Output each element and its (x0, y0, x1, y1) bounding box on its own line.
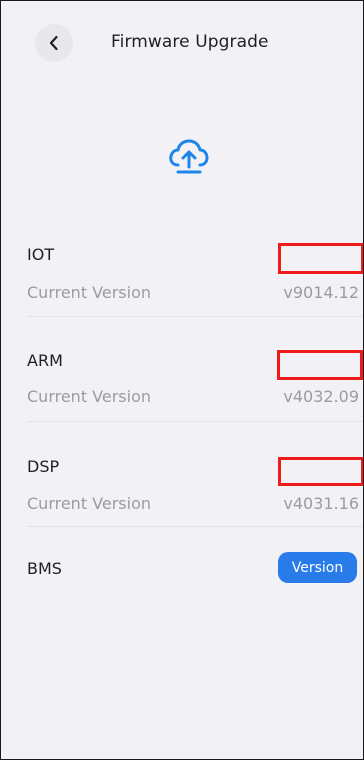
divider (27, 316, 363, 317)
back-button[interactable] (35, 24, 73, 62)
row-title-bms: BMS (27, 559, 62, 578)
redaction-box (277, 350, 363, 380)
current-version-label: Current Version (27, 283, 152, 302)
divider (27, 421, 363, 422)
hero-upload (166, 134, 212, 180)
chevron-left-icon (49, 35, 58, 51)
redaction-box (278, 243, 363, 274)
divider (27, 526, 363, 527)
page-title: Firmware Upgrade (111, 32, 269, 52)
current-version-label: Current Version (27, 494, 152, 513)
row-title-iot: IOT (27, 245, 55, 264)
version-value: v4032.09 (283, 387, 359, 406)
version-value: v9014.12 (283, 283, 359, 302)
cloud-upload-icon (169, 139, 209, 174)
header: Firmware Upgrade (1, 1, 363, 85)
row-title-dsp: DSP (27, 457, 60, 476)
firmware-upgrade-screen: Firmware Upgrade IOT Current Version v90… (0, 0, 364, 760)
current-version-label: Current Version (27, 387, 152, 406)
row-title-arm: ARM (27, 351, 63, 370)
version-button[interactable]: Version (278, 552, 357, 583)
redaction-box (278, 457, 363, 486)
version-value: v4031.16 (283, 494, 359, 513)
